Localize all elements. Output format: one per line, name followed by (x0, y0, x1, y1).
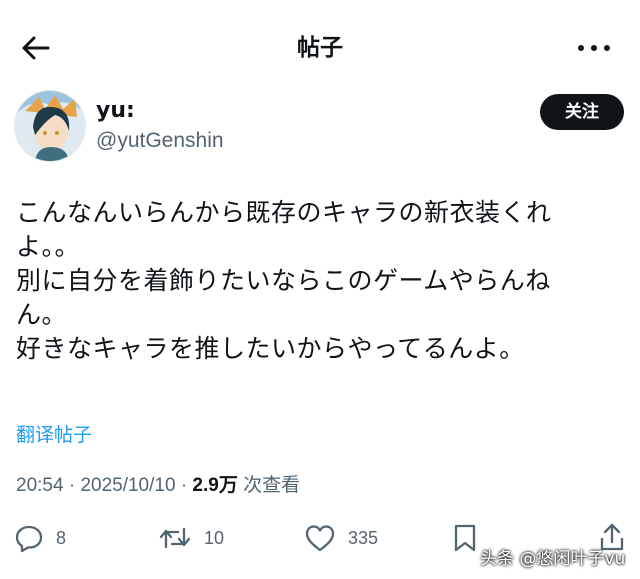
post-text-line: よ。。 (16, 232, 81, 261)
post-meta: 20:54 · 2025/10/10 · 2.9万 次查看 (16, 470, 300, 497)
more-horizontal-icon (578, 45, 610, 51)
translate-post-link[interactable]: 翻译帖子 (16, 420, 92, 447)
view-count-label: 次查看 (243, 475, 301, 496)
meta-separator: · (180, 475, 188, 496)
like-count: 335 (348, 527, 379, 548)
avatar[interactable] (14, 90, 86, 162)
follow-button[interactable]: 关注 (540, 94, 624, 130)
post-text: こんなんいらんから既存のキャラの新衣装くれ よ。。 別に自分を着飾りたいならこの… (16, 196, 624, 366)
meta-separator: · (68, 475, 76, 496)
page-title: 帖子 (297, 35, 343, 61)
post-date: 2025/10/10 (80, 475, 176, 496)
post-text-line: ん。 (16, 300, 68, 329)
author-display-name[interactable]: yu: (96, 98, 135, 123)
like-button[interactable]: 335 (304, 523, 378, 553)
reply-button[interactable]: 8 (14, 523, 66, 553)
bookmark-icon (454, 524, 476, 552)
post-text-line: こんなんいらんから既存のキャラの新衣装くれ (16, 198, 552, 227)
author-handle[interactable]: @yutGenshin (96, 129, 224, 153)
post-text-line: 好きなキャラを推したいからやってるんよ。 (16, 334, 525, 363)
repost-button[interactable]: 10 (158, 523, 224, 553)
repost-count: 10 (204, 527, 225, 548)
post-text-line: 別に自分を着飾りたいならこのゲームやらんね (16, 266, 551, 295)
reply-count: 8 (56, 527, 67, 548)
heart-icon (305, 525, 335, 552)
watermark: 头条 @悠闲叶子vu (480, 549, 626, 569)
more-options-button[interactable] (574, 36, 614, 60)
view-count: 2.9万 (192, 475, 238, 496)
post-time: 20:54 (16, 475, 64, 496)
avatar-image (15, 91, 85, 161)
repost-icon (159, 527, 191, 549)
reply-icon (15, 525, 43, 553)
